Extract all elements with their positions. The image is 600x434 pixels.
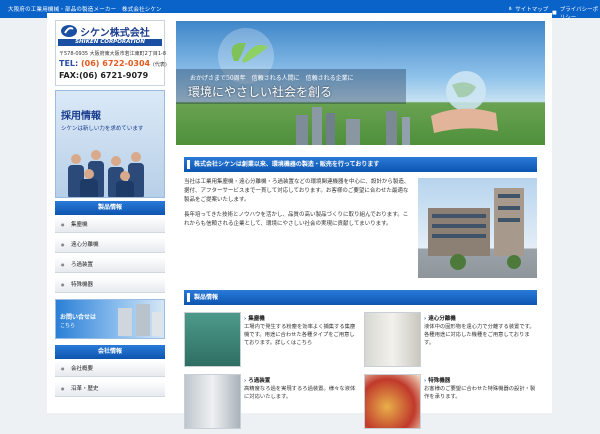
company-logo-block[interactable]: シケン株式会社 SHIKEN CORPORATION 〒578-0935 大阪府… — [55, 20, 167, 86]
hero-banner: おかげさまで50周年 信頼される人間に 信頼される企業に 環境にやさしい社会を創… — [176, 21, 545, 145]
product-card-2[interactable]: 遠心分離機 液体中の固形物を遠心力で分離する装置です。各種用途に対応した機種をご… — [364, 312, 536, 372]
intro-paragraph-1: 当社は工業用集塵機・遠心分離機・ろ過装置などの環境関連機器を中心に、設計から製造… — [184, 179, 410, 203]
lock-icon: ■ — [552, 10, 557, 16]
sidebar-item-product-1[interactable]: 集塵機 — [55, 217, 165, 233]
company-name-en: SHIKEN CORPORATION — [58, 39, 162, 46]
company-name: シケン株式会社 — [80, 28, 150, 39]
product-card-4[interactable]: 特殊機器 お客様のご要望に合わせた特殊機器の設計・製作を承ります。 — [364, 374, 536, 434]
product-1-photo — [184, 312, 241, 367]
intro-paragraph-2: 長年培ってきた技術とノウハウを活かし、品質の高い製品づくりに取り組んでおります。… — [184, 212, 409, 227]
intro-heading: 株式会社シケンは創業以来、環境機器の製造・販売を行っております — [184, 157, 537, 172]
product-4-desc: お客様のご要望に合わせた特殊機器の設計・製作を承ります。 — [424, 386, 536, 400]
products-heading: 製品情報 — [184, 290, 537, 305]
product-1-desc: 工場内で発生する粉塵を効率よく捕集する集塵機です。用途に合わせた各種タイプをご用… — [244, 324, 356, 346]
product-1-name[interactable]: 集塵機 — [244, 314, 265, 322]
product-3-desc: 高精度なろ過を実現するろ過装置。様々な液体に対応いたします。 — [244, 386, 356, 400]
sidebar-item-company-profile[interactable]: 会社概要 — [55, 361, 165, 377]
company-phone: TEL: (06) 6722-0304 (代表) — [59, 59, 167, 68]
recruit-banner[interactable]: 採用情報 シケンは新しい力を求めています — [55, 90, 165, 198]
product-4-name[interactable]: 特殊機器 — [424, 376, 450, 384]
product-2-name[interactable]: 遠心分離機 — [424, 314, 456, 322]
company-address: 〒578-0935 大阪府東大阪市若江東町2丁目1-8 — [59, 51, 167, 57]
sidebar-company-heading: 会社情報 — [55, 345, 165, 359]
product-card-3[interactable]: ろ過装置 高精度なろ過を実現するろ過装置。様々な液体に対応いたします。 — [184, 374, 356, 434]
privacy-policy-link[interactable]: ■ プライバシーポリシー — [552, 5, 600, 21]
hero-catch-large: 環境にやさしい社会を創る — [188, 85, 333, 99]
contact-banner[interactable]: お問い合せは こちら — [55, 299, 165, 339]
contact-subtitle: こちら — [60, 323, 76, 329]
site-tagline: 大阪府の工業用機械・部品の製造メーカー 株式会社シケン — [8, 7, 162, 13]
product-3-name[interactable]: ろ過装置 — [244, 376, 270, 384]
sidebar-item-product-3[interactable]: ろ過装置 — [55, 257, 165, 273]
sitemap-link[interactable]: ⋔ サイトマップ — [508, 5, 548, 13]
product-card-1[interactable]: 集塵機 工場内で発生する粉塵を効率よく捕集する集塵機です。用途に合わせた各種タイ… — [184, 312, 356, 372]
product-4-photo — [364, 374, 421, 429]
product-2-photo — [364, 312, 421, 367]
contact-title: お問い合せは — [60, 314, 97, 321]
sidebar-products-heading: 製品情報 — [55, 201, 165, 215]
sidebar-item-product-4[interactable]: 特殊機器 — [55, 277, 165, 293]
recruit-title: 採用情報 — [61, 111, 101, 122]
hero-catch-small: おかげさまで50周年 信頼される人間に 信頼される企業に — [190, 75, 354, 82]
sidebar-item-history[interactable]: 沿革・歴史 — [55, 381, 165, 397]
company-building-photo — [418, 178, 537, 278]
sitemap-icon: ⋔ — [508, 6, 513, 12]
sidebar-item-product-2[interactable]: 遠心分離機 — [55, 237, 165, 253]
recruit-subtitle: シケンは新しい力を求めています — [61, 126, 144, 132]
machine-photo — [118, 304, 162, 336]
product-3-photo — [184, 374, 241, 429]
staff-photo — [68, 150, 144, 197]
building-image — [428, 188, 524, 270]
product-2-desc: 液体中の固形物を遠心力で分離する装置です。各種用途に対応した機種をご用意しており… — [424, 324, 535, 346]
company-fax: FAX:(06) 6721-9079 — [59, 71, 149, 80]
company-logo-icon — [61, 25, 77, 37]
intro-text: 当社は工業用集塵機・遠心分離機・ろ過装置などの環境関連機器を中心に、設計から製造… — [184, 178, 412, 235]
